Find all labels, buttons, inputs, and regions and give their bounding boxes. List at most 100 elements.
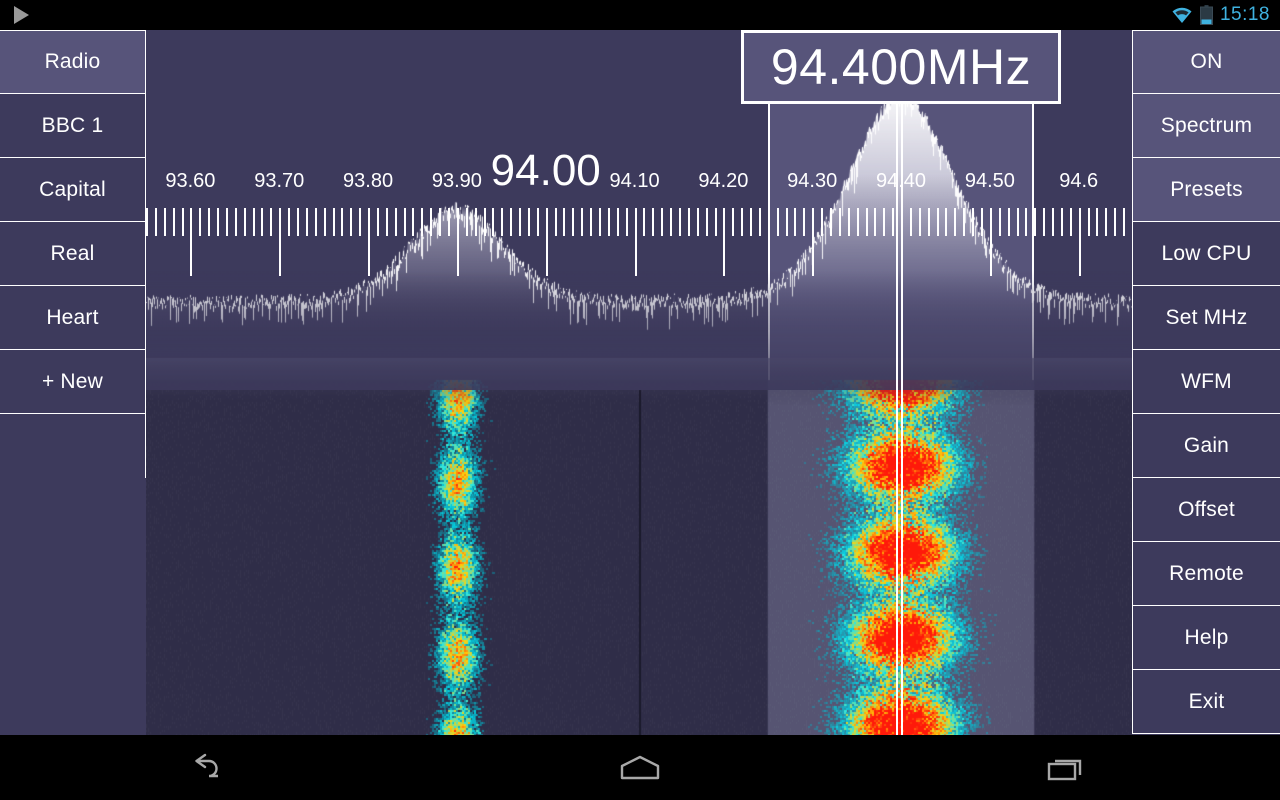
major-tick <box>812 208 814 276</box>
minor-tick <box>830 208 832 236</box>
minor-tick <box>590 208 592 236</box>
left-menu-item-new[interactable]: + New <box>0 350 146 414</box>
major-tick <box>990 208 992 276</box>
frequency-label: 93.90 <box>432 170 482 193</box>
minor-tick <box>324 208 326 236</box>
minor-tick <box>670 208 672 236</box>
minor-tick <box>954 208 956 236</box>
minor-tick <box>350 208 352 236</box>
minor-tick <box>510 208 512 236</box>
major-tick <box>635 208 637 276</box>
right-menu-item-low-cpu[interactable]: Low CPU <box>1132 222 1280 286</box>
left-menu-item-label: Real <box>51 242 95 266</box>
minor-tick <box>759 208 761 236</box>
right-menu-item-label: Exit <box>1189 690 1225 714</box>
minor-tick <box>537 208 539 236</box>
minor-tick <box>857 208 859 236</box>
minor-tick <box>297 208 299 236</box>
major-tick <box>546 208 548 276</box>
minor-tick <box>866 208 868 236</box>
major-tick <box>279 208 281 276</box>
recents-icon <box>1045 753 1089 783</box>
spectrum-scope[interactable]: 93.6093.7093.8093.9094.0094.1094.2094.30… <box>146 30 1132 735</box>
right-menu-item-help[interactable]: Help <box>1132 606 1280 670</box>
home-button[interactable] <box>580 735 700 800</box>
left-menu-item-heart[interactable]: Heart <box>0 286 146 350</box>
minor-tick <box>492 208 494 236</box>
minor-tick <box>1043 208 1045 236</box>
home-icon <box>618 754 662 782</box>
minor-tick <box>395 208 397 236</box>
minor-tick <box>750 208 752 236</box>
left-menu-item-capital[interactable]: Capital <box>0 158 146 222</box>
major-tick <box>1079 208 1081 276</box>
right-menu-item-set-mhz[interactable]: Set MHz <box>1132 286 1280 350</box>
right-menu-item-offset[interactable]: Offset <box>1132 478 1280 542</box>
minor-tick <box>244 208 246 236</box>
right-menu-item-on[interactable]: ON <box>1132 30 1280 94</box>
minor-tick <box>572 208 574 236</box>
left-menu-item-real[interactable]: Real <box>0 222 146 286</box>
minor-tick <box>1070 208 1072 236</box>
left-menu-item-radio[interactable]: Radio <box>0 30 146 94</box>
minor-tick <box>821 208 823 236</box>
minor-tick <box>315 208 317 236</box>
minor-tick <box>963 208 965 236</box>
left-menu-item-bbc-1[interactable]: BBC 1 <box>0 94 146 158</box>
back-button[interactable] <box>153 735 273 800</box>
minor-tick <box>786 208 788 236</box>
minor-tick <box>377 208 379 236</box>
minor-tick <box>1025 208 1027 236</box>
frequency-label: 93.80 <box>343 170 393 193</box>
minor-tick <box>341 208 343 236</box>
minor-tick <box>217 208 219 236</box>
control-menu: ON Spectrum Presets Low CPUSet MHzWFMGainOf… <box>1132 30 1280 735</box>
right-menu-item-gain[interactable]: Gain <box>1132 414 1280 478</box>
minor-tick <box>981 208 983 236</box>
minor-tick <box>519 208 521 236</box>
frequency-label: 93.70 <box>254 170 304 193</box>
minor-tick <box>937 208 939 236</box>
minor-tick <box>226 208 228 236</box>
minor-tick <box>910 208 912 236</box>
minor-tick <box>945 208 947 236</box>
minor-tick <box>475 208 477 236</box>
minor-tick <box>430 208 432 236</box>
minor-tick <box>777 208 779 236</box>
right-menu-item-label: Spectrum <box>1161 114 1252 138</box>
minor-tick <box>999 208 1001 236</box>
tuning-cursor-left <box>896 30 898 735</box>
android-status-bar: 15:18 <box>0 0 1280 30</box>
frequency-readout[interactable]: 94.400MHz <box>741 30 1061 104</box>
minor-tick <box>555 208 557 236</box>
right-menu-item-remote[interactable]: Remote <box>1132 542 1280 606</box>
minor-tick <box>270 208 272 236</box>
minor-tick <box>741 208 743 236</box>
minor-tick <box>333 208 335 236</box>
minor-tick <box>874 208 876 236</box>
recents-button[interactable] <box>1007 735 1127 800</box>
minor-tick <box>501 208 503 236</box>
status-bar-indicators: 15:18 <box>1171 4 1280 26</box>
right-menu-item-label: Presets <box>1170 178 1243 202</box>
minor-tick <box>715 208 717 236</box>
major-tick <box>457 208 459 276</box>
frequency-label: 93.60 <box>165 170 215 193</box>
right-menu-item-spectrum[interactable]: Spectrum <box>1132 94 1280 158</box>
minor-tick <box>1052 208 1054 236</box>
minor-tick <box>421 208 423 236</box>
right-menu-item-presets[interactable]: Presets <box>1132 158 1280 222</box>
minor-tick <box>182 208 184 236</box>
minor-tick <box>412 208 414 236</box>
minor-tick <box>661 208 663 236</box>
minor-tick <box>919 208 921 236</box>
minor-tick <box>1096 208 1098 236</box>
minor-tick <box>1105 208 1107 236</box>
frequency-label: 94.50 <box>965 170 1015 193</box>
right-menu-item-wfm[interactable]: WFM <box>1132 350 1280 414</box>
right-menu-item-exit[interactable]: Exit <box>1132 670 1280 734</box>
minor-tick <box>253 208 255 236</box>
right-menu-item-label: Remote <box>1169 562 1244 586</box>
minor-tick <box>306 208 308 236</box>
android-nav-bar <box>0 735 1280 800</box>
